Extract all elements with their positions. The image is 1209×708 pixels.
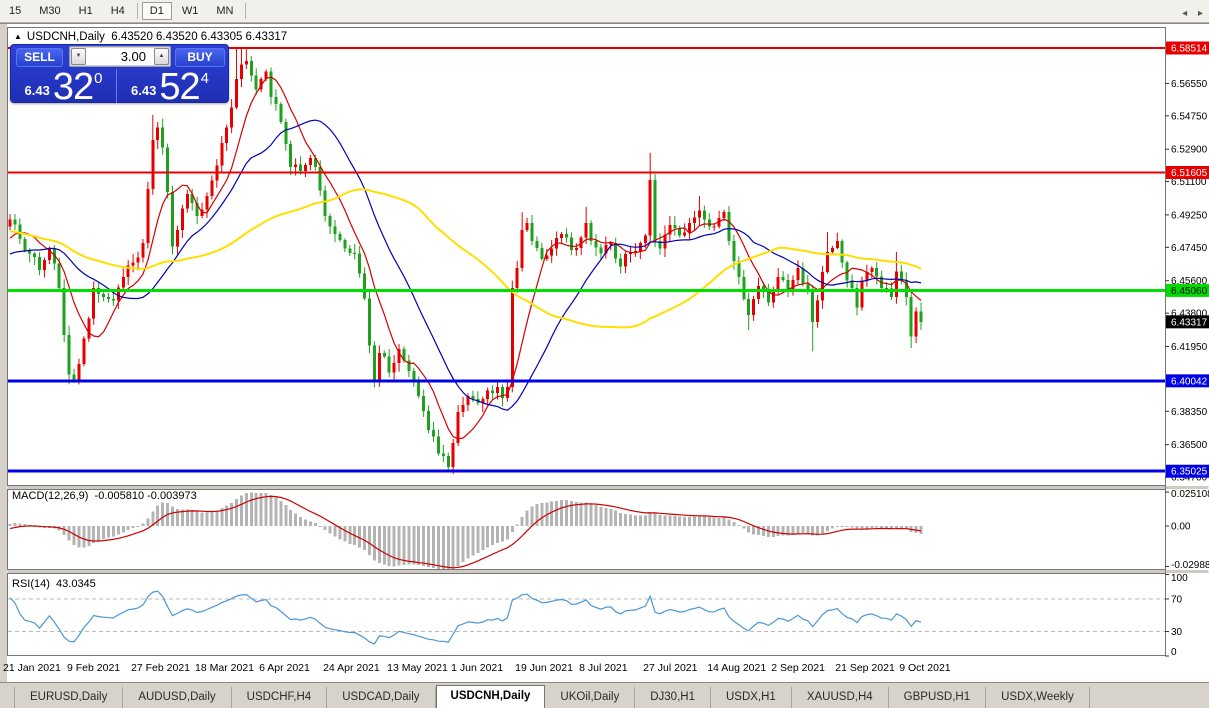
tab-audusd-daily[interactable]: AUDUSD,Daily [123, 687, 231, 708]
tab-usdx-h1[interactable]: USDX,H1 [711, 687, 792, 708]
price-tick-label: 6.54750 [1171, 111, 1208, 122]
tab-xauusd-h4[interactable]: XAUUSD,H4 [792, 687, 889, 708]
price-tick-label: 6.52900 [1171, 145, 1208, 156]
rsi-name: RSI(14) [12, 578, 50, 590]
tab-scroll-left-icon[interactable]: ◂ [1182, 8, 1187, 19]
macd-tick-label: 0.025108 [1171, 489, 1209, 500]
sell-price-superscript: 0 [94, 70, 102, 87]
tab-usdchf-h4[interactable]: USDCHF,H4 [232, 687, 328, 708]
tab-eurusd-daily[interactable]: EURUSD,Daily [14, 687, 123, 708]
date-tick-label: 6 Apr 2021 [259, 662, 310, 674]
price-tick-label: 6.38350 [1171, 407, 1208, 418]
ohlc-values: 6.43520 6.43520 6.43305 6.43317 [111, 31, 287, 43]
tab-ukoil-daily[interactable]: UKOil,Daily [545, 687, 635, 708]
date-tick-label: 18 Mar 2021 [195, 662, 254, 674]
rsi-tick-label: 30 [1171, 627, 1183, 638]
volume-input[interactable] [86, 48, 154, 65]
date-tick-label: 2 Sep 2021 [771, 662, 825, 674]
macd-name: MACD(12,26,9) [12, 490, 88, 502]
buy-price-prefix: 6.43 [131, 83, 156, 98]
symbol-tab-bar: EURUSD,DailyAUDUSD,DailyUSDCHF,H4USDCAD,… [0, 682, 1209, 708]
macd-values: -0.005810 -0.003973 [95, 490, 197, 502]
rsi-value: 43.0345 [56, 578, 96, 590]
macd-label: MACD(12,26,9) -0.005810 -0.003973 [12, 490, 197, 502]
buy-button[interactable]: BUY [175, 48, 225, 67]
tab-usdcad-daily[interactable]: USDCAD,Daily [327, 687, 435, 708]
tab-usdx-weekly[interactable]: USDX,Weekly [986, 687, 1090, 708]
volume-decrease-button[interactable]: ▼ [71, 48, 86, 65]
tab-scroll-right-icon[interactable]: ▸ [1198, 8, 1203, 19]
collapse-triangle-icon[interactable]: ▲ [14, 32, 22, 41]
date-tick-label: 21 Sep 2021 [835, 662, 895, 674]
macd-tick-label: -0.02988 [1171, 560, 1209, 571]
date-tick-label: 27 Jul 2021 [643, 662, 697, 674]
rsi-label: RSI(14) 43.0345 [12, 578, 96, 590]
price-tick-label: 6.47450 [1171, 243, 1208, 254]
buy-price-superscript: 4 [201, 70, 209, 87]
date-tick-label: 8 Jul 2021 [579, 662, 628, 674]
date-tick-label: 21 Jan 2021 [3, 662, 61, 674]
price-badge-text: 6.35025 [1171, 467, 1208, 478]
price-badge-text: 6.43317 [1171, 317, 1208, 328]
date-tick-label: 24 Apr 2021 [323, 662, 380, 674]
date-tick-label: 9 Oct 2021 [899, 662, 951, 674]
price-badge-text: 6.45060 [1171, 286, 1208, 297]
buy-price-big: 52 [159, 72, 199, 103]
date-tick-label: 9 Feb 2021 [67, 662, 120, 674]
price-badge-text: 6.51605 [1171, 168, 1208, 179]
volume-stepper: ▼ ▲ [69, 46, 171, 67]
rsi-tick-label: 100 [1171, 573, 1188, 584]
price-tick-label: 6.49250 [1171, 210, 1208, 221]
symbol-timeframe-label: USDCNH,Daily [27, 31, 105, 43]
tab-gbpusd-h1[interactable]: GBPUSD,H1 [889, 687, 986, 708]
sell-price-big: 32 [53, 72, 93, 103]
price-badge-text: 6.40042 [1171, 376, 1208, 387]
date-tick-label: 1 Jun 2021 [451, 662, 503, 674]
rsi-tick-label: 0 [1171, 647, 1177, 658]
date-tick-label: 14 Aug 2021 [707, 662, 766, 674]
price-tick-label: 6.56550 [1171, 79, 1208, 90]
buy-price-display[interactable]: 6.43 52 4 [117, 69, 223, 103]
terminal-window: 15M30H1H4D1W1MN 6.565506.547506.529006.5… [0, 0, 1209, 708]
one-click-trading-panel: SELL ▼ ▲ BUY 6.43 32 0 6.43 52 4 [10, 44, 229, 103]
chart-title: ▲ USDCNH,Daily 6.43520 6.43520 6.43305 6.… [14, 31, 287, 43]
tab-usdcnh-daily[interactable]: USDCNH,Daily [436, 685, 546, 708]
date-tick-label: 19 Jun 2021 [515, 662, 573, 674]
date-tick-label: 27 Feb 2021 [131, 662, 190, 674]
volume-increase-button[interactable]: ▲ [154, 48, 169, 65]
price-badge-text: 6.58514 [1171, 44, 1208, 55]
tab-scroll-arrows: ◂ ▸ [1174, 8, 1203, 19]
macd-tick-label: 0.00 [1171, 522, 1191, 533]
sell-price-display[interactable]: 6.43 32 0 [11, 69, 117, 103]
sell-price-prefix: 6.43 [25, 83, 50, 98]
date-tick-label: 13 May 2021 [387, 662, 448, 674]
sell-button[interactable]: SELL [16, 48, 63, 67]
price-tick-label: 6.41950 [1171, 342, 1208, 353]
price-tick-label: 6.36500 [1171, 440, 1208, 451]
rsi-tick-label: 70 [1171, 594, 1183, 605]
tab-dj30-h1[interactable]: DJ30,H1 [635, 687, 711, 708]
